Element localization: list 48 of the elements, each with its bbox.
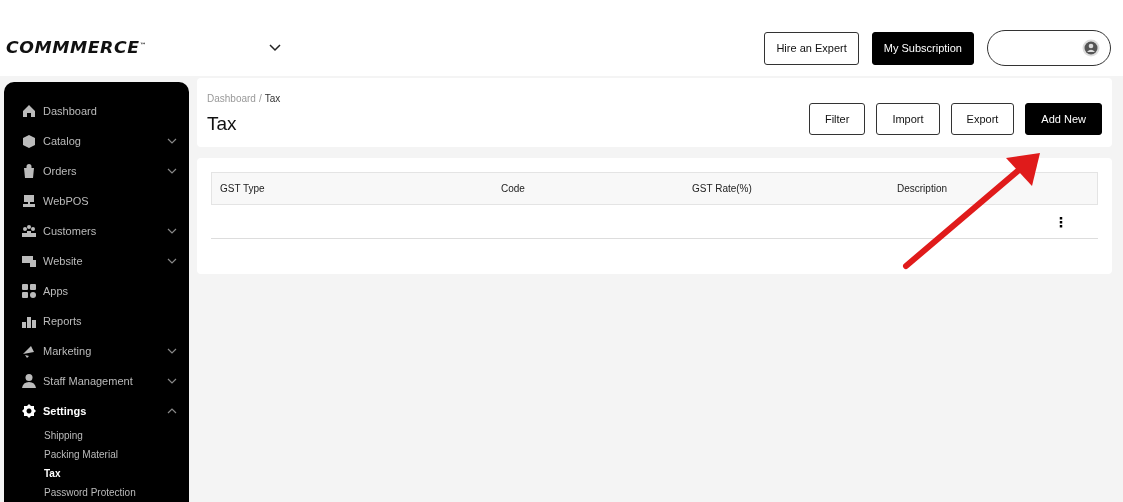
nav-icon — [21, 373, 37, 389]
action-button[interactable]: Import — [876, 103, 940, 135]
chevron-down-icon[interactable] — [268, 44, 281, 52]
chevron-up-icon — [167, 408, 177, 414]
chevron-down-icon — [167, 258, 177, 264]
nav-icon — [21, 403, 37, 419]
sidebar-item[interactable]: Staff Management — [4, 366, 189, 396]
breadcrumb-separator: / — [258, 93, 262, 104]
sidebar-item[interactable]: Apps — [4, 276, 189, 306]
action-button[interactable]: Export — [950, 103, 1015, 135]
chevron-down-icon — [167, 378, 177, 384]
header-button[interactable]: My Subscription — [871, 31, 974, 65]
sidebar-item[interactable]: Website — [4, 246, 189, 276]
nav-icon — [21, 193, 37, 209]
column-header: Code — [501, 183, 526, 194]
chevron-down-icon — [167, 228, 177, 234]
chevron-down-icon — [167, 348, 177, 354]
sidebar-subitem[interactable]: Shipping — [4, 426, 189, 445]
sidebar-item[interactable]: Customers — [4, 216, 189, 246]
nav-icon — [21, 223, 37, 239]
nav-icon — [21, 163, 37, 179]
sidebar-item[interactable]: Catalog — [4, 126, 189, 156]
nav-icon — [21, 253, 37, 269]
sidebar-subitem[interactable]: Password Protection — [4, 483, 189, 502]
nav-icon — [21, 133, 37, 149]
column-header: GST Rate(%) — [692, 183, 753, 194]
chevron-down-icon — [167, 138, 177, 144]
column-header: Description — [897, 183, 949, 194]
sidebar-item[interactable]: Dashboard — [4, 96, 189, 126]
user-avatar-icon — [1082, 39, 1100, 57]
chevron-down-icon — [167, 168, 177, 174]
action-button[interactable]: Add New — [1025, 103, 1102, 135]
page-title: Tax — [207, 113, 238, 135]
nav-icon — [21, 103, 37, 119]
action-button[interactable]: Filter — [808, 103, 866, 135]
sidebar-subitem[interactable]: Packing Material — [4, 445, 189, 464]
column-header: GST Type — [220, 183, 266, 194]
sidebar-item[interactable]: Marketing — [4, 336, 189, 366]
header-button[interactable]: Hire an Expert — [764, 31, 859, 65]
sidebar-subitem[interactable]: Tax — [4, 464, 189, 483]
logo[interactable]: COMMMERCE$^{™}$ — [6, 39, 147, 57]
sidebar-item[interactable]: Settings — [4, 396, 189, 426]
sidebar-item[interactable]: Reports — [4, 306, 189, 336]
row-menu-button[interactable]: ⋮ — [1052, 213, 1070, 230]
nav-icon — [21, 283, 37, 299]
sidebar-item[interactable]: Orders — [4, 156, 189, 186]
sidebar-item[interactable]: WebPOS — [4, 186, 189, 216]
breadcrumb-current: Tax — [264, 93, 281, 104]
